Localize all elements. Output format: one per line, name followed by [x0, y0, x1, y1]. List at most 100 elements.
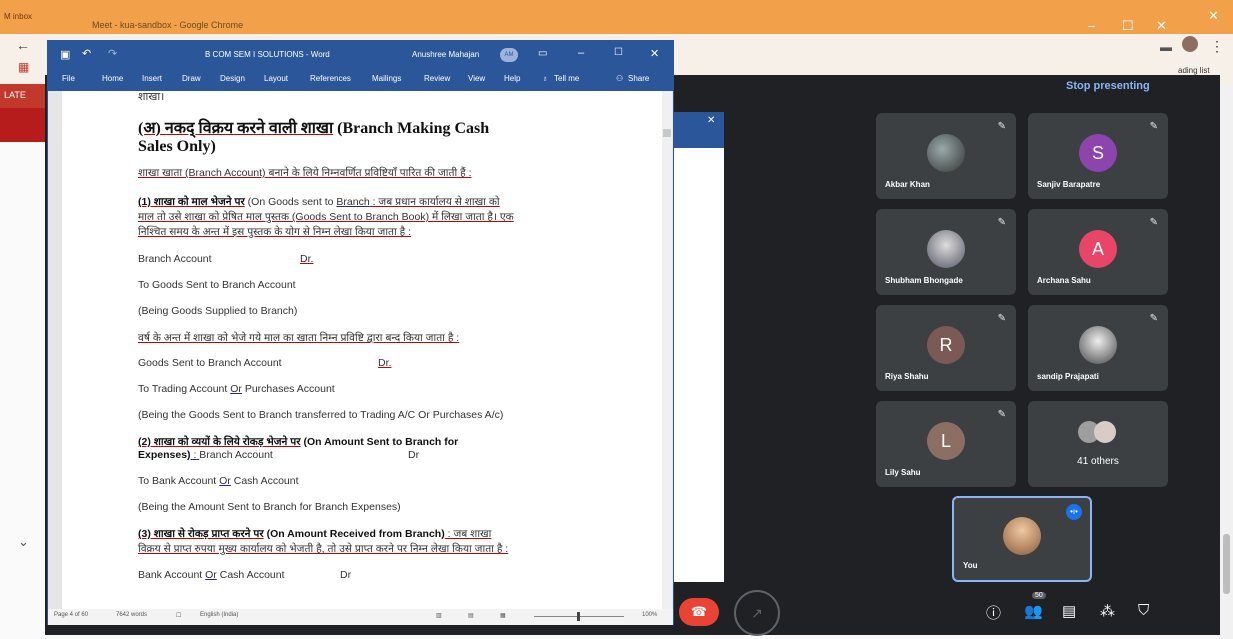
participant-name: sandip Prajapati [1037, 372, 1099, 381]
participant-tile[interactable]: R ✎ Riya Shahu [876, 305, 1016, 391]
scrollbar-thumb[interactable] [663, 129, 671, 137]
tab-draw[interactable]: Draw [182, 74, 201, 83]
share-button[interactable]: Share [628, 74, 649, 83]
participant-photo [927, 229, 965, 268]
close-icon[interactable]: ✕ [1156, 18, 1167, 34]
participant-name: Lily Sahu [885, 468, 921, 477]
doc-text-line: माल तो उसे शाखा को प्रेषित माल पुस्तक (G… [138, 211, 514, 223]
word-count[interactable]: 7642 words [116, 612, 147, 618]
gmail-tab[interactable]: M inbox [4, 12, 32, 21]
more-vert-icon[interactable]: ⋮ [1210, 38, 1224, 55]
hang-up-button[interactable]: ☎ [679, 598, 719, 626]
proofing-icon[interactable]: ☐ [176, 612, 181, 619]
word-title-bar: ▣ ↶ ↷ B COM SEM I SOLUTIONS - Word Anush… [48, 41, 673, 69]
maximize-icon[interactable]: ☐ [614, 47, 623, 58]
tell-me-search[interactable]: Tell me [554, 74, 579, 83]
mic-off-icon: ✎ [1149, 313, 1158, 324]
journal-entry-credit: To Goods Sent to Branch Account [138, 279, 296, 291]
doc-text-line: Expenses) : Branch Account [138, 449, 273, 461]
participant-avatar: S [1079, 133, 1117, 172]
present-button[interactable]: ↗ [734, 590, 780, 636]
user-avatar[interactable]: AM [500, 48, 518, 62]
minimize-icon[interactable]: – [578, 47, 584, 59]
doc-text-line: शाखा। [138, 91, 165, 103]
mic-off-icon: ✎ [997, 121, 1006, 132]
close-icon[interactable]: ✕ [650, 47, 659, 60]
section-heading: (अ) नकद् विक्रय करने वाली शाखा (Branch M… [138, 120, 490, 137]
page-indicator[interactable]: Page 4 of 60 [54, 612, 88, 618]
tab-design[interactable]: Design [220, 74, 245, 83]
tab-help[interactable]: Help [504, 74, 520, 83]
zoom-slider-thumb[interactable] [577, 612, 580, 621]
people-icon[interactable]: 👥 [1024, 602, 1043, 620]
ribbon-display-icon[interactable]: ▭ [538, 48, 547, 59]
participant-tile[interactable]: ✎ sandip Prajapati [1028, 305, 1168, 391]
scrollbar-thumb[interactable] [1223, 534, 1230, 594]
lightbulb-icon[interactable]: ♁ [542, 74, 548, 83]
self-tile[interactable]: •ı• You [952, 496, 1092, 582]
late-banner: LATE [0, 84, 45, 108]
journal-narration: (Being Goods Supplied to Branch) [138, 305, 298, 317]
point-2-heading: (2) शाखा को व्ययों के लिये रोकड़ भेजने प… [138, 436, 459, 448]
extensions-icon[interactable]: ▬ [1160, 40, 1172, 54]
read-mode-icon[interactable]: ▥ [436, 612, 442, 619]
participant-tile[interactable]: S ✎ Sanjiv Barapatre [1028, 113, 1168, 199]
save-icon[interactable]: ▣ [60, 48, 70, 61]
chevron-down-icon[interactable]: ⌄ [18, 534, 29, 550]
apps-grid-icon[interactable]: ▦ [18, 60, 29, 74]
mic-off-icon: ✎ [1149, 217, 1158, 228]
minimize-icon[interactable]: – [1088, 18, 1095, 33]
tab-insert[interactable]: Insert [142, 74, 162, 83]
participant-tile[interactable]: ✎ Akbar Khan [876, 113, 1016, 199]
journal-entry-debit: Branch Account [138, 253, 212, 265]
document-scrollbar[interactable] [662, 91, 672, 611]
participant-name: Riya Shahu [885, 372, 929, 381]
web-layout-icon[interactable]: ▦ [500, 612, 506, 619]
info-icon[interactable]: ⓘ [986, 602, 1001, 623]
point-1-heading: (1) शाखा को माल भेजने पर (On Goods sent … [138, 196, 500, 208]
tab-review[interactable]: Review [424, 74, 450, 83]
language-indicator[interactable]: English (India) [200, 612, 238, 618]
participant-photo [927, 133, 965, 172]
host-controls-icon[interactable]: ⛉ [1138, 602, 1149, 619]
tab-home[interactable]: Home [102, 74, 123, 83]
undo-icon[interactable]: ↶ [82, 47, 91, 60]
print-layout-icon[interactable]: ▤ [468, 612, 474, 619]
participant-tile[interactable]: L ✎ Lily Sahu [876, 401, 1016, 487]
back-arrow-icon[interactable]: ← [16, 37, 30, 53]
activities-icon[interactable]: ⁂ [1100, 602, 1115, 620]
close-icon[interactable]: ✕ [707, 115, 715, 126]
others-tile[interactable]: 41 others [1028, 401, 1168, 487]
others-count: 41 others [1077, 456, 1119, 467]
document-page[interactable]: शाखा। (अ) नकद् विक्रय करने वाली शाखा (Br… [62, 91, 662, 611]
tab-references[interactable]: References [310, 74, 351, 83]
word-status-bar: Page 4 of 60 7642 words ☐ English (India… [48, 609, 673, 625]
tab-file[interactable]: File [62, 74, 75, 83]
page-scrollbar[interactable] [1220, 84, 1233, 639]
tab-layout[interactable]: Layout [264, 74, 288, 83]
close-icon-outer[interactable]: ✕ [1208, 8, 1219, 24]
dr-label: Dr. [378, 357, 392, 369]
participant-tile[interactable]: ✎ Shubham Bhongade [876, 209, 1016, 295]
self-photo [1003, 516, 1041, 555]
others-avatars [1078, 421, 1118, 443]
tab-mailings[interactable]: Mailings [372, 74, 401, 83]
journal-narration: (Being the Amount Sent to Branch for Bra… [138, 501, 401, 513]
participant-name: Archana Sahu [1037, 276, 1091, 285]
redo-icon[interactable]: ↷ [108, 47, 117, 60]
participant-tile[interactable]: A ✎ Archana Sahu [1028, 209, 1168, 295]
mic-off-icon: ✎ [1149, 121, 1158, 132]
background-word-titlebar [674, 112, 724, 148]
reading-list-link[interactable]: ading list [1178, 66, 1210, 75]
tab-view[interactable]: View [468, 74, 485, 83]
word-window: ▣ ↶ ↷ B COM SEM I SOLUTIONS - Word Anush… [47, 40, 674, 625]
user-name: Anushree Mahajan [412, 50, 480, 59]
participant-avatar: L [927, 421, 965, 460]
share-icon[interactable]: ⚇ [616, 74, 623, 83]
maximize-icon[interactable]: ☐ [1122, 18, 1134, 34]
participant-name: Sanjiv Barapatre [1037, 180, 1101, 189]
profile-avatar[interactable] [1182, 36, 1198, 52]
stop-presenting-button[interactable]: Stop presenting [1066, 80, 1150, 92]
zoom-level[interactable]: 100% [642, 612, 657, 618]
chat-icon[interactable]: ▤ [1062, 602, 1076, 620]
